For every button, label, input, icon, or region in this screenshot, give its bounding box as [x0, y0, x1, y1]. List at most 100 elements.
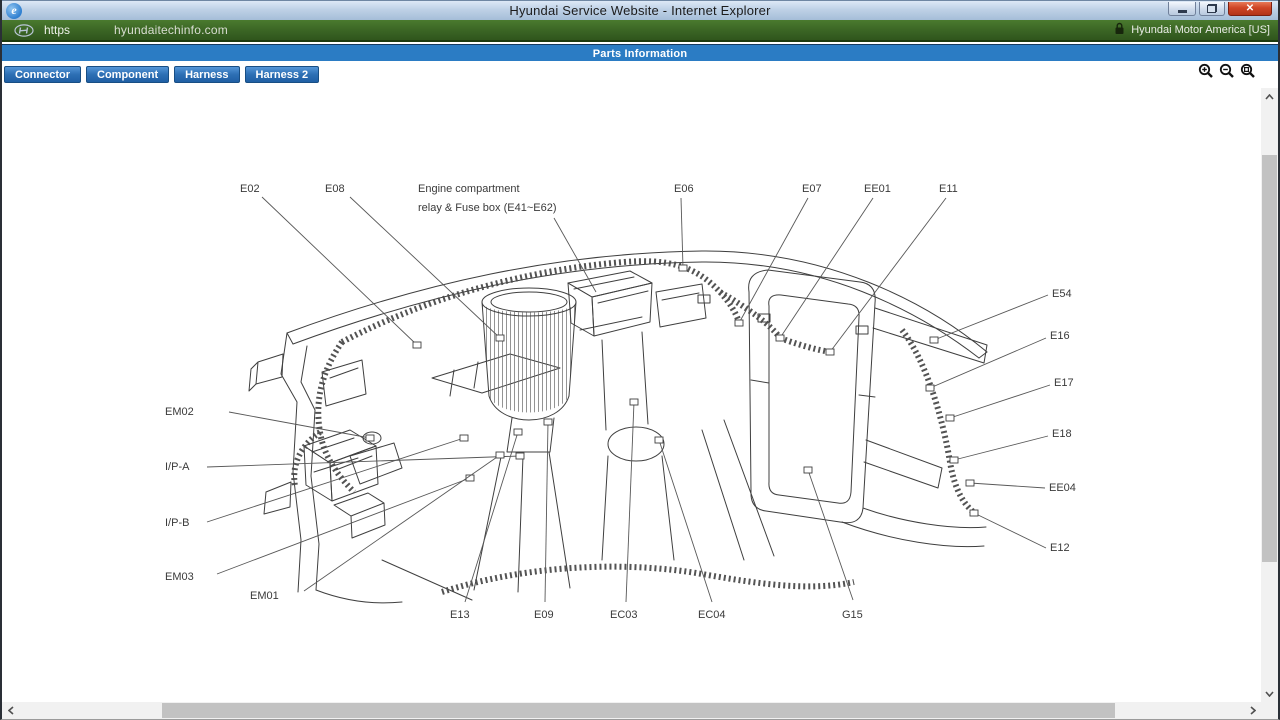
- tab-connector[interactable]: Connector: [4, 66, 81, 83]
- callout-label-I/P-B: I/P-B: [165, 517, 189, 529]
- connector-marker-G15: [804, 467, 812, 473]
- security-cert-text[interactable]: Hyundai Motor America [US]: [1131, 24, 1270, 36]
- connector-marker-E08: [496, 335, 504, 341]
- callout-label-E12: E12: [1050, 542, 1070, 554]
- connector-marker-EC04: [655, 437, 663, 443]
- window-title: Hyundai Service Website - Internet Explo…: [2, 3, 1278, 18]
- leader-line-EC03: [626, 402, 634, 602]
- callout-label-E17: E17: [1054, 377, 1074, 389]
- leader-line-E18: [954, 436, 1048, 460]
- leader-line-EM01: [304, 455, 500, 591]
- leader-line-E12: [974, 513, 1046, 548]
- callout-label-E16: E16: [1050, 330, 1070, 342]
- browser-window: e Hyundai Service Website - Internet Exp…: [0, 0, 1280, 720]
- close-icon: ✕: [1246, 4, 1254, 14]
- tab-harness[interactable]: Harness: [174, 66, 239, 83]
- security-zone: Hyundai Motor America [US]: [1114, 22, 1278, 38]
- connector-marker-E16: [926, 385, 934, 391]
- scroll-left-arrow[interactable]: [2, 702, 19, 719]
- zoom-original-icon[interactable]: [1240, 63, 1256, 79]
- connector-marker-E07: [735, 320, 743, 326]
- leader-line-E17: [950, 385, 1050, 418]
- callout-label-E18: E18: [1052, 428, 1072, 440]
- leader-line-I/P-B: [207, 438, 464, 522]
- hyundai-logo-icon: [14, 24, 34, 37]
- diagram-callouts: E02E08Engine compartmentrelay & Fuse box…: [165, 183, 1076, 621]
- connector-marker-E02: [413, 342, 421, 348]
- leader-line-E02: [262, 197, 417, 345]
- connector-marker-EE01: [776, 335, 784, 341]
- leader-line-E06: [681, 198, 683, 268]
- callout-label-E06: E06: [674, 183, 694, 195]
- callout-label-fusebox-note: Engine compartment: [418, 183, 520, 195]
- callout-label-E09: E09: [534, 609, 554, 621]
- connector-marker-E11: [826, 349, 834, 355]
- zoom-in-icon[interactable]: [1198, 63, 1214, 79]
- leader-line-EE04: [970, 483, 1045, 488]
- connector-marker-E13: [514, 429, 522, 435]
- callout-label-EC03: EC03: [610, 609, 638, 621]
- address-bar: https hyundaitechinfo.com Hyundai Motor …: [2, 20, 1278, 42]
- connector-marker-I/P-A: [516, 453, 524, 459]
- connector-marker-E18: [950, 457, 958, 463]
- callout-label-E08: E08: [325, 183, 345, 195]
- connector-marker-EE04: [966, 480, 974, 486]
- vertical-scroll-thumb[interactable]: [1262, 155, 1277, 562]
- minimize-button[interactable]: [1168, 2, 1196, 16]
- connector-marker-E09: [544, 419, 552, 425]
- connector-marker-EM01: [496, 452, 504, 458]
- callout-label-E13: E13: [450, 609, 470, 621]
- connector-marker-I/P-B: [460, 435, 468, 441]
- callout-label-E54: E54: [1052, 288, 1072, 300]
- diagram-viewport: E02E08Engine compartmentrelay & Fuse box…: [2, 88, 1261, 702]
- callout-label-fusebox-note-line2: relay & Fuse box (E41~E62): [418, 202, 557, 214]
- leader-line-E09: [545, 422, 548, 602]
- connector-marker-E06: [679, 265, 687, 271]
- callout-label-E11: E11: [939, 183, 958, 195]
- leader-line-G15: [808, 470, 853, 600]
- page-title: Parts Information: [593, 48, 687, 60]
- scroll-right-arrow[interactable]: [1244, 702, 1261, 719]
- close-button[interactable]: ✕: [1228, 2, 1272, 16]
- leader-line-fusebox-note: [554, 218, 596, 292]
- horizontal-scroll-thumb[interactable]: [162, 703, 1115, 718]
- harness-diagram-artwork: [249, 251, 987, 603]
- leader-line-E11: [830, 198, 946, 352]
- leader-line-E16: [930, 338, 1046, 388]
- horizontal-scrollbar[interactable]: [2, 702, 1261, 719]
- tab-harness-2[interactable]: Harness 2: [245, 66, 320, 83]
- callout-label-EM02: EM02: [165, 406, 194, 418]
- connector-marker-E12: [970, 510, 978, 516]
- leader-line-EC04: [659, 440, 712, 602]
- leader-line-EM03: [217, 478, 470, 574]
- callout-label-EE01: EE01: [864, 183, 891, 195]
- zoom-out-icon[interactable]: [1219, 63, 1235, 79]
- window-controls: ✕: [1168, 1, 1278, 20]
- ie-icon: e: [6, 3, 22, 19]
- scroll-up-arrow[interactable]: [1261, 88, 1278, 105]
- callout-label-EM01: EM01: [250, 590, 279, 602]
- leader-line-I/P-A: [207, 456, 520, 467]
- vertical-scrollbar[interactable]: [1261, 88, 1278, 702]
- address-input[interactable]: hyundaitechinfo.com: [114, 23, 228, 37]
- title-bar: e Hyundai Service Website - Internet Exp…: [2, 0, 1278, 20]
- lock-icon: [1114, 22, 1125, 38]
- callout-label-E07: E07: [802, 183, 822, 195]
- callout-label-EM03: EM03: [165, 571, 194, 583]
- callout-label-EE04: EE04: [1049, 482, 1076, 494]
- zoom-toolbar: [1198, 63, 1256, 79]
- connector-marker-E54: [930, 337, 938, 343]
- diagram-canvas[interactable]: E02E08Engine compartmentrelay & Fuse box…: [2, 88, 1261, 702]
- callout-label-I/P-A: I/P-A: [165, 461, 190, 473]
- scroll-down-arrow[interactable]: [1261, 685, 1278, 702]
- tab-component[interactable]: Component: [86, 66, 169, 83]
- scrollbar-corner: [1261, 702, 1278, 719]
- callout-label-G15: G15: [842, 609, 863, 621]
- connector-marker-E17: [946, 415, 954, 421]
- restore-icon: [1207, 4, 1217, 13]
- page-header: Parts Information: [2, 44, 1278, 62]
- minimize-icon: [1178, 10, 1187, 13]
- restore-button[interactable]: [1199, 2, 1225, 16]
- url-protocol: https: [44, 23, 70, 37]
- leader-line-EM02: [229, 412, 370, 438]
